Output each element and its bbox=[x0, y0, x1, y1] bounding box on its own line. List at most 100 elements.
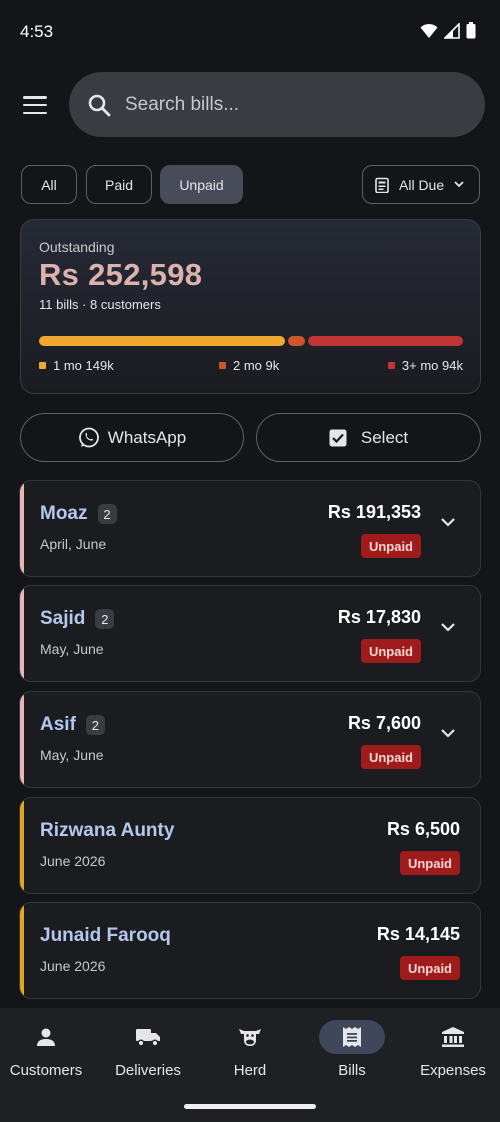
bill-count-badge: 2 bbox=[97, 504, 117, 524]
customer-name: Rizwana Aunty bbox=[40, 820, 175, 841]
expand-chevron-icon[interactable] bbox=[440, 622, 456, 632]
card-stripe bbox=[20, 903, 24, 998]
card-name-row: Sajid 2 bbox=[40, 608, 115, 630]
receipt-icon bbox=[343, 1027, 361, 1047]
search-bar[interactable]: Search bills... bbox=[69, 72, 485, 137]
bank-icon bbox=[442, 1027, 464, 1047]
whatsapp-label: WhatsApp bbox=[107, 427, 187, 447]
aging-legend-item: 2 mo 9k bbox=[219, 358, 279, 373]
battery-icon bbox=[466, 22, 476, 39]
aging-legend: 1 mo 149k 2 mo 9k 3+ mo 94k bbox=[39, 358, 463, 376]
status-badge: Unpaid bbox=[360, 534, 421, 558]
nav-icon-wrap bbox=[319, 1020, 385, 1054]
select-button[interactable]: Select bbox=[256, 413, 481, 462]
whatsapp-icon bbox=[78, 427, 99, 447]
menu-icon-line bbox=[23, 96, 47, 99]
legend-label: 1 mo 149k bbox=[53, 358, 114, 373]
nav-icon-wrap bbox=[115, 1020, 181, 1054]
status-time: 4:53 bbox=[20, 22, 54, 41]
checkbox-icon bbox=[329, 429, 347, 446]
card-name-row: Rizwana Aunty bbox=[40, 820, 174, 842]
status-badge: Unpaid bbox=[360, 745, 421, 769]
bill-months: May, June bbox=[40, 641, 104, 657]
cow-icon bbox=[239, 1029, 261, 1046]
bill-card[interactable]: Moaz 2 April, June Rs 191,353 Unpaid bbox=[19, 480, 481, 577]
nav-label: Expenses bbox=[420, 1062, 486, 1079]
bill-months: June 2026 bbox=[40, 853, 106, 869]
nav-label: Herd bbox=[233, 1062, 267, 1079]
due-filter-dropdown[interactable]: All Due bbox=[362, 165, 480, 204]
card-name-row: Moaz 2 bbox=[40, 503, 117, 525]
card-stripe bbox=[20, 798, 24, 893]
status-badge: Unpaid bbox=[360, 639, 421, 663]
signal-icon bbox=[444, 22, 460, 39]
customer-name: Asif bbox=[40, 714, 76, 735]
home-indicator[interactable] bbox=[184, 1104, 316, 1109]
calendar-icon bbox=[375, 177, 389, 193]
status-badge: Unpaid bbox=[399, 851, 460, 875]
bill-amount: Rs 6,500 bbox=[386, 819, 460, 839]
nav-icon-wrap bbox=[420, 1020, 486, 1054]
bill-card[interactable]: Junaid Farooq June 2026 Rs 14,145 Unpaid bbox=[19, 902, 481, 999]
nav-icon-wrap bbox=[13, 1020, 79, 1054]
search-icon bbox=[88, 94, 111, 116]
filter-all-chip[interactable]: All bbox=[21, 165, 77, 204]
outstanding-label: Outstanding bbox=[39, 239, 115, 255]
filter-unpaid-chip[interactable]: Unpaid bbox=[160, 165, 243, 204]
nav-item-expenses[interactable]: Expenses bbox=[403, 1008, 500, 1098]
nav-item-bills[interactable]: Bills bbox=[302, 1008, 402, 1098]
search-input[interactable]: Search bills... bbox=[125, 94, 239, 116]
menu-icon-line bbox=[23, 103, 47, 107]
bill-amount: Rs 7,600 bbox=[347, 713, 421, 733]
legend-dot bbox=[387, 362, 395, 369]
nav-icon-wrap bbox=[217, 1020, 283, 1054]
select-label: Select bbox=[360, 427, 409, 447]
bill-card[interactable]: Rizwana Aunty June 2026 Rs 6,500 Unpaid bbox=[19, 797, 481, 894]
customer-name: Sajid bbox=[40, 608, 86, 629]
customer-name: Moaz bbox=[40, 503, 88, 524]
outstanding-summary-card: Outstanding Rs 252,598 11 bills · 8 cust… bbox=[20, 219, 481, 394]
bill-amount: Rs 191,353 bbox=[327, 502, 421, 522]
status-badge: Unpaid bbox=[399, 956, 460, 980]
aging-legend-item: 3+ mo 94k bbox=[387, 358, 463, 373]
status-icons bbox=[420, 22, 476, 39]
filter-paid-chip[interactable]: Paid bbox=[86, 165, 152, 204]
whatsapp-button[interactable]: WhatsApp bbox=[20, 413, 244, 462]
card-stripe bbox=[20, 692, 24, 787]
aging-legend-item: 1 mo 149k bbox=[39, 358, 114, 373]
expand-chevron-icon[interactable] bbox=[440, 728, 456, 738]
expand-chevron-icon[interactable] bbox=[440, 517, 456, 527]
card-name-row: Junaid Farooq bbox=[40, 925, 171, 947]
legend-dot bbox=[219, 362, 226, 369]
bill-months: June 2026 bbox=[40, 958, 106, 974]
legend-label: 2 mo 9k bbox=[233, 358, 280, 373]
nav-label: Bills bbox=[338, 1062, 366, 1079]
wifi-icon bbox=[420, 23, 438, 38]
bill-months: April, June bbox=[40, 536, 107, 552]
outstanding-subtitle: 11 bills · 8 customers bbox=[39, 297, 161, 312]
bill-count-badge: 2 bbox=[85, 715, 105, 735]
bill-card[interactable]: Sajid 2 May, June Rs 17,830 Unpaid bbox=[19, 585, 481, 682]
aging-bar-segment bbox=[308, 336, 463, 346]
outstanding-amount: Rs 252,598 bbox=[39, 257, 203, 292]
card-name-row: Asif 2 bbox=[40, 714, 105, 736]
card-stripe bbox=[20, 586, 24, 681]
nav-item-herd[interactable]: Herd bbox=[200, 1008, 300, 1098]
legend-label: 3+ mo 94k bbox=[401, 358, 463, 373]
card-stripe bbox=[20, 481, 24, 576]
menu-button[interactable] bbox=[20, 92, 50, 118]
aging-bar bbox=[39, 336, 463, 346]
due-filter-label: All Due bbox=[399, 176, 445, 193]
customer-name: Junaid Farooq bbox=[40, 925, 171, 946]
aging-bar-segment bbox=[288, 336, 306, 346]
bill-card[interactable]: Asif 2 May, June Rs 7,600 Unpaid bbox=[19, 691, 481, 788]
person-icon bbox=[37, 1028, 55, 1046]
bill-amount: Rs 17,830 bbox=[337, 607, 421, 627]
chevron-down-icon bbox=[454, 181, 464, 188]
nav-item-customers[interactable]: Customers bbox=[0, 1008, 96, 1098]
bill-months: May, June bbox=[40, 747, 104, 763]
nav-item-deliveries[interactable]: Deliveries bbox=[98, 1008, 198, 1098]
nav-label: Deliveries bbox=[115, 1062, 181, 1079]
bill-amount: Rs 14,145 bbox=[376, 924, 460, 944]
truck-icon bbox=[136, 1029, 160, 1047]
